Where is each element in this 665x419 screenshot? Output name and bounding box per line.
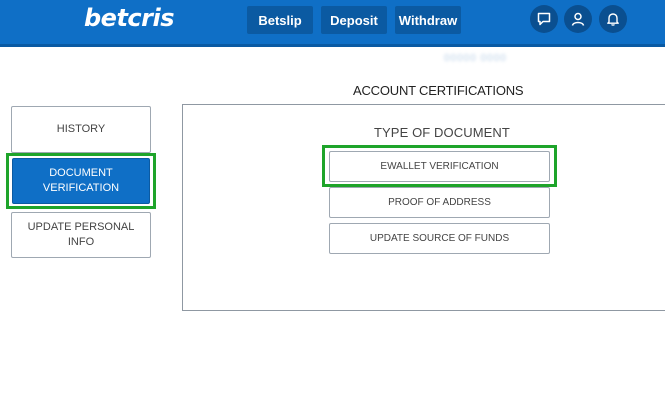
- sidebar-item-label: UPDATE PERSONAL INFO: [27, 221, 135, 248]
- chat-button[interactable]: [530, 5, 558, 33]
- sidebar-item-label: HISTORY: [56, 123, 106, 135]
- betslip-button[interactable]: Betslip: [247, 6, 313, 34]
- sidebar-item-label: DOCUMENT VERIFICATION: [42, 167, 120, 194]
- page-title: ACCOUNT CERTIFICATIONS: [353, 83, 524, 98]
- user-icon: [571, 12, 585, 26]
- bell-icon: [607, 13, 619, 26]
- sidebar-item-update-personal-info[interactable]: UPDATE PERSONAL INFO: [11, 212, 151, 258]
- top-bar-divider: [0, 44, 665, 47]
- document-type-heading: TYPE OF DOCUMENT: [374, 125, 510, 140]
- deposit-button[interactable]: Deposit: [321, 6, 387, 34]
- notifications-button[interactable]: [599, 5, 627, 33]
- withdraw-button[interactable]: Withdraw: [395, 6, 461, 34]
- ewallet-verification-button[interactable]: EWALLET VERIFICATION: [329, 151, 550, 182]
- account-id-blurred: 00000 0000: [444, 53, 507, 64]
- sidebar-item-history[interactable]: HISTORY: [11, 106, 151, 153]
- sidebar-item-document-verification[interactable]: DOCUMENT VERIFICATION: [12, 158, 150, 204]
- update-source-of-funds-button[interactable]: UPDATE SOURCE OF FUNDS: [329, 223, 550, 254]
- chat-icon: [537, 12, 551, 26]
- proof-of-address-button[interactable]: PROOF OF ADDRESS: [329, 187, 550, 218]
- account-button[interactable]: [564, 5, 592, 33]
- betcris-logo[interactable]: betcris: [84, 4, 175, 32]
